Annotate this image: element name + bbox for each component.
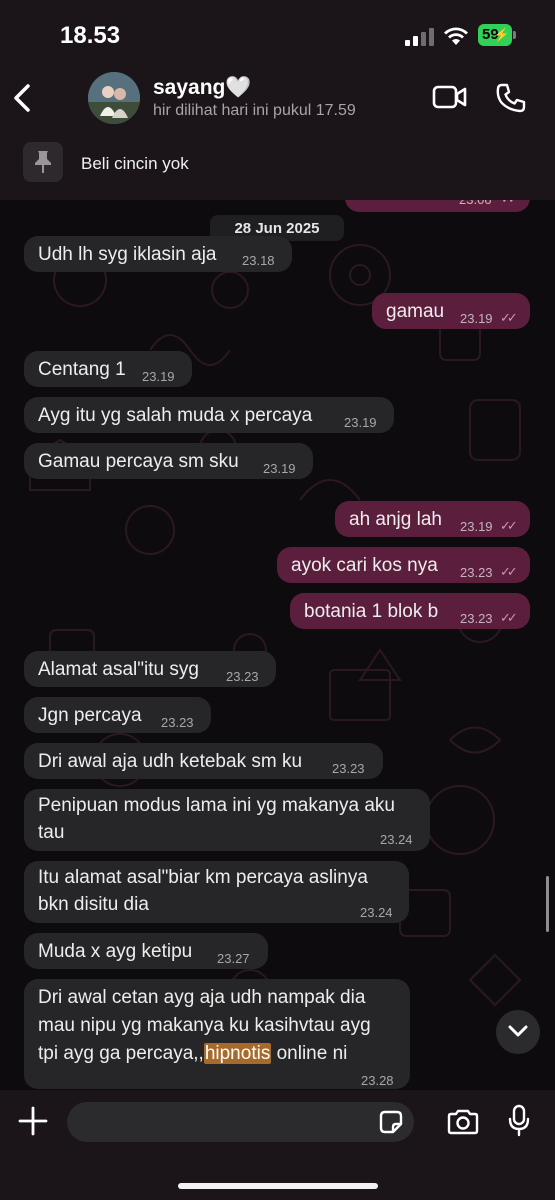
message-time: 23.23 <box>332 761 365 776</box>
message-time: 23.19 <box>460 311 493 326</box>
status-bar: 18.53 59 ⚡ <box>0 0 555 70</box>
message-bubble-incoming[interactable]: Itu alamat asal"biar km percaya aslinya … <box>24 861 409 923</box>
message-text-line: bkn disitu dia <box>38 894 149 915</box>
message-bubble-incoming[interactable]: Penipuan modus lama ini yg makanya aku t… <box>24 789 430 851</box>
message-time: 23.23 <box>161 715 194 730</box>
battery-indicator: 59 ⚡ <box>478 24 512 46</box>
read-ticks-icon: ✓✓ <box>500 310 518 325</box>
microphone-icon[interactable] <box>507 1104 531 1138</box>
message-text-line: tau <box>38 822 65 843</box>
message-time: 23.28 <box>361 1073 394 1088</box>
message-text: Centang 1 <box>38 359 126 380</box>
message-time: 23.18 <box>242 253 275 268</box>
message-text: Alamat asal"itu syg <box>38 659 199 680</box>
message-text-part: online ni <box>271 1043 348 1064</box>
read-ticks-icon: ✓✓ <box>500 564 518 579</box>
message-time: 23.19 <box>460 519 493 534</box>
phone-icon[interactable] <box>495 82 527 114</box>
message-text: ayok cari kos nya <box>291 555 438 576</box>
message-text: botania 1 blok b <box>304 601 439 622</box>
scroll-to-bottom-button[interactable] <box>496 1010 540 1054</box>
message-bubble-outgoing[interactable]: ah anjg lah 23.19 ✓✓ <box>335 501 530 537</box>
highlighted-search-term: hipnotis <box>203 1043 272 1064</box>
sticker-icon[interactable] <box>377 1108 405 1136</box>
message-text-line: mau nipu yg makanya ku kasihvtau ayg <box>38 1015 371 1036</box>
message-bubble-incoming[interactable]: Dri awal aja udh ketebak sm ku 23.23 <box>24 743 383 779</box>
message-text: ah anjg lah <box>349 509 442 530</box>
chat-header: sayang🤍 hir dilihat hari ini pukul 17.59 <box>0 70 555 130</box>
message-text-line: Dri awal cetan ayg aja udh nampak dia <box>38 987 366 1008</box>
camera-icon[interactable] <box>446 1108 480 1136</box>
clock: 18.53 <box>60 22 121 49</box>
message-text: Dri awal aja udh ketebak sm ku <box>38 751 303 772</box>
avatar[interactable] <box>88 72 140 124</box>
message-time: 23.19 <box>263 461 296 476</box>
read-ticks-icon: ✓✓ <box>500 518 518 533</box>
message-bubble-outgoing[interactable]: botania 1 blok b 23.23 ✓✓ <box>290 593 530 629</box>
message-bubble-incoming[interactable]: Jgn percaya 23.23 <box>24 697 211 733</box>
chevron-left-icon[interactable] <box>10 80 34 116</box>
message-text: Ayg itu yg salah muda x percaya <box>38 405 313 426</box>
message-time: 23.19 <box>142 369 175 384</box>
message-text: gamau <box>386 301 445 322</box>
pinned-message-text: Beli cincin yok <box>81 154 189 173</box>
message-time: 23.27 <box>217 951 250 966</box>
read-ticks-icon: ✓✓ <box>500 610 518 625</box>
message-text: Gamau percaya sm sku <box>38 451 239 472</box>
message-bubble-incoming[interactable]: Ayg itu yg salah muda x percaya 23.19 <box>24 397 394 433</box>
plus-icon[interactable] <box>18 1106 48 1136</box>
message-text-line: Itu alamat asal"biar km percaya aslinya <box>38 867 368 888</box>
message-input[interactable] <box>67 1102 414 1142</box>
scroll-indicator[interactable] <box>546 876 549 932</box>
message-bubble-outgoing[interactable]: ayok cari kos nya 23.23 ✓✓ <box>277 547 530 583</box>
message-bubble-incoming[interactable]: Muda x ayg ketipu 23.27 <box>24 933 268 969</box>
contact-name[interactable]: sayang🤍 <box>153 76 252 100</box>
signal-icon <box>405 28 434 46</box>
pinned-bar-overlay: Beli cincin yok <box>0 130 555 200</box>
message-time: 23.19 <box>344 415 377 430</box>
charging-icon: ⚡ <box>493 27 510 42</box>
message-bubble-incoming[interactable]: Gamau percaya sm sku 23.19 <box>24 443 313 479</box>
video-call-icon[interactable] <box>432 84 468 110</box>
message-time: 23.23 <box>460 565 493 580</box>
battery-cap <box>513 31 516 39</box>
message-bubble-incoming[interactable]: Dri awal cetan ayg aja udh nampak dia ma… <box>24 979 410 1089</box>
message-text-line: tpi ayg ga percaya,,hipnotis online ni <box>38 1043 347 1065</box>
message-bubble-incoming[interactable]: Centang 1 23.19 <box>24 351 192 387</box>
chevron-down-icon <box>508 1025 528 1037</box>
message-text: Udh lh syg iklasin aja <box>38 244 217 265</box>
message-bubble-incoming[interactable]: Udh lh syg iklasin aja 23.18 <box>24 236 292 272</box>
home-indicator[interactable] <box>178 1183 378 1189</box>
message-time: 23.23 <box>460 611 493 626</box>
message-time: 23.23 <box>226 669 259 684</box>
message-text: Muda x ayg ketipu <box>38 941 193 962</box>
last-seen-status: hir dilihat hari ini pukul 17.59 <box>153 102 356 119</box>
message-time: 23.24 <box>380 832 413 847</box>
message-text-part: tpi ayg ga percaya,, <box>38 1043 204 1064</box>
pin-icon <box>35 151 51 173</box>
message-text: Jgn percaya <box>38 705 142 726</box>
wifi-icon <box>444 27 468 45</box>
message-time: 23.24 <box>360 905 393 920</box>
message-bubble-incoming[interactable]: Alamat asal"itu syg 23.23 <box>24 651 276 687</box>
message-bubble-outgoing[interactable]: gamau 23.19 ✓✓ <box>372 293 530 329</box>
message-text-line: Penipuan modus lama ini yg makanya aku <box>38 795 395 816</box>
pin-icon-box <box>23 142 63 182</box>
